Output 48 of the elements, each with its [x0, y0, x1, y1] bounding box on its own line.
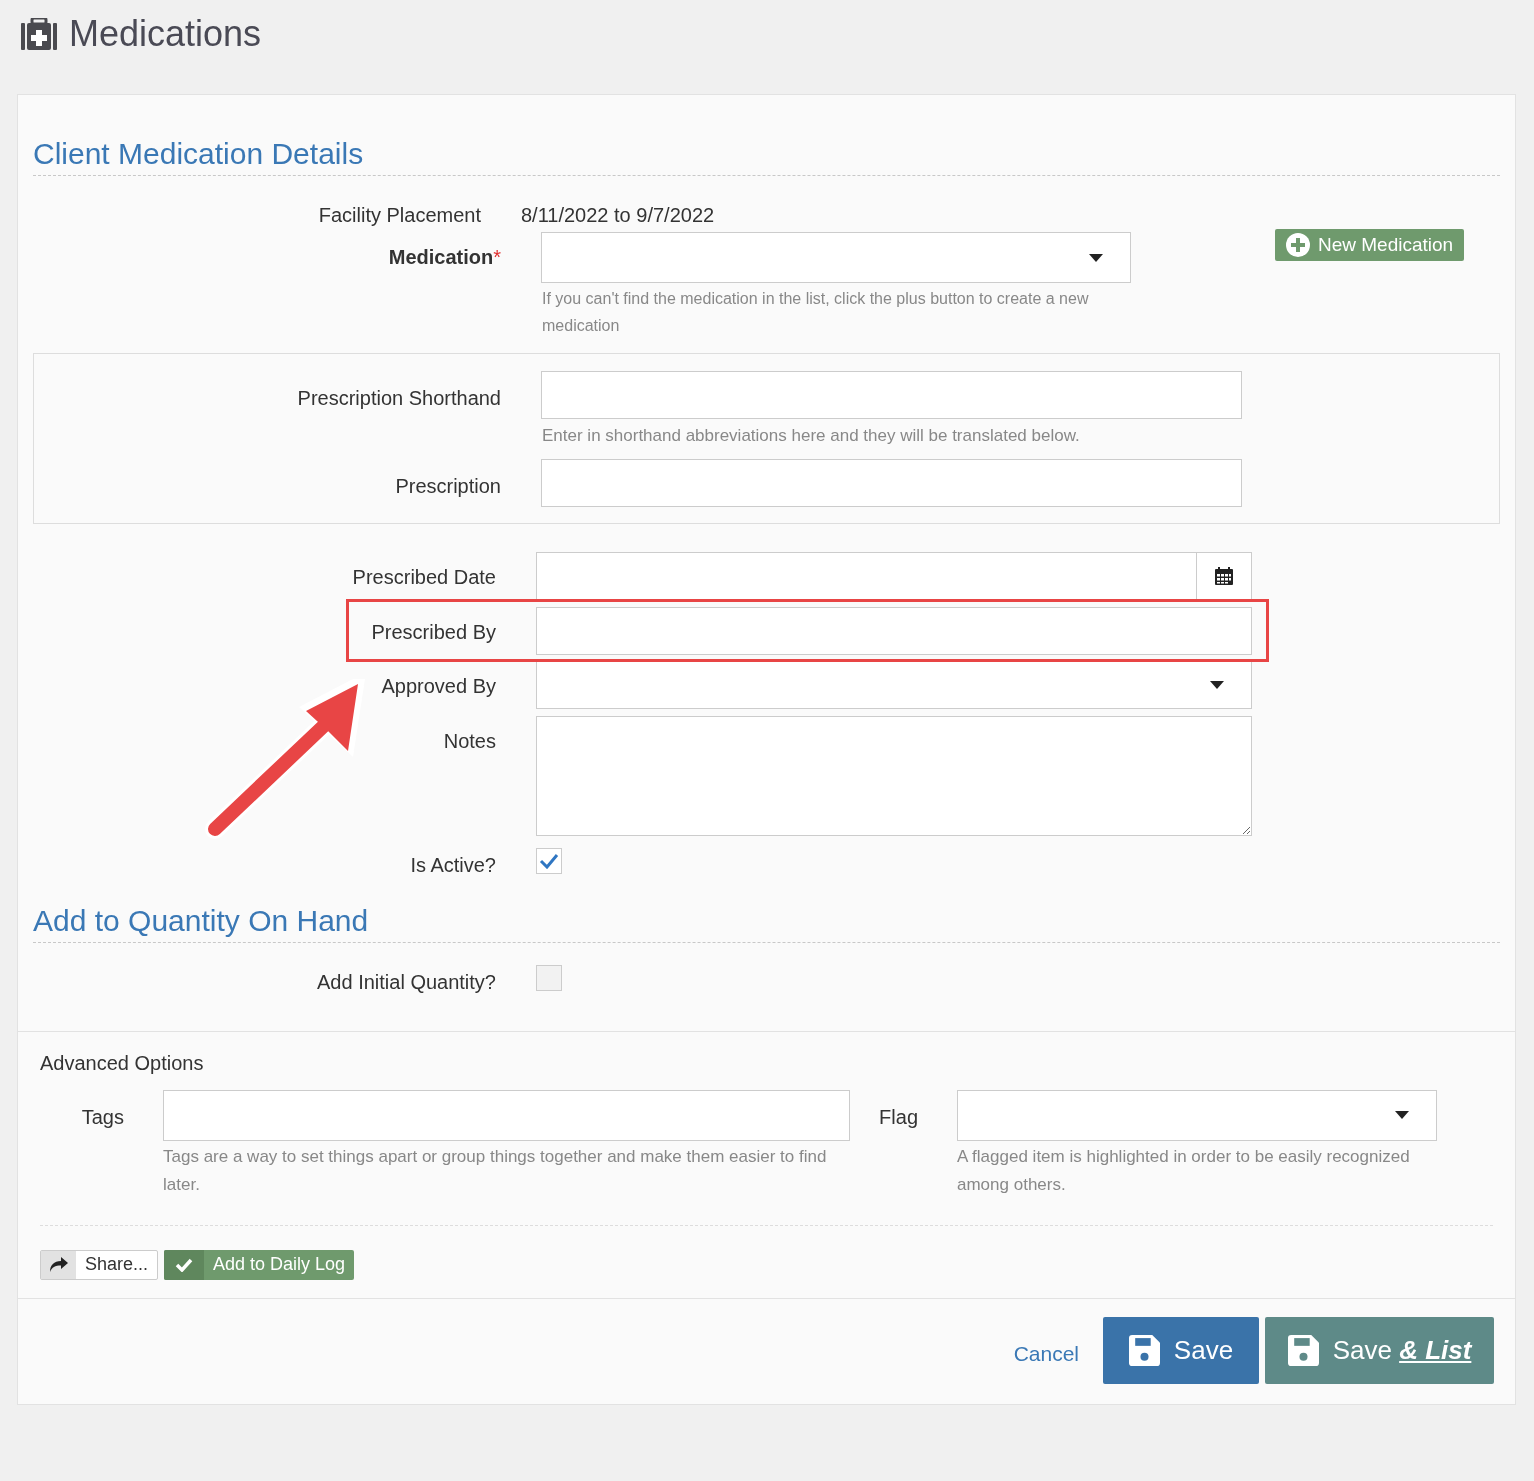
field-label: Add Initial Quantity? — [316, 969, 496, 995]
share-button[interactable]: Share... — [40, 1249, 159, 1280]
plus-circle-icon — [1286, 233, 1310, 257]
medkit-icon — [21, 18, 57, 50]
medication-select[interactable] — [541, 232, 1131, 283]
new-medication-button[interactable]: New Medication — [1275, 229, 1465, 261]
field-label: Prescription Shorthand — [296, 386, 501, 411]
save-and-list-button[interactable]: Save & List — [1265, 1316, 1494, 1384]
section-title: Add to Quantity On Hand — [33, 902, 370, 939]
flag-select[interactable] — [957, 1089, 1437, 1141]
text-field[interactable] — [541, 371, 1242, 419]
field-label: Flag — [878, 1104, 918, 1130]
section-heading: Advanced Options — [40, 1050, 205, 1076]
save-button[interactable]: Save — [1103, 1316, 1259, 1384]
help-text: If you can't find the medication in the list, click the plus button to create a new medication — [541, 289, 1090, 336]
calendar-icon — [1215, 567, 1233, 585]
field-label: Approved By — [380, 673, 496, 699]
field-label: Tags — [80, 1104, 124, 1130]
page-title: Medications — [69, 12, 262, 56]
field-label: Medication — [388, 245, 494, 270]
text-field[interactable] — [541, 458, 1242, 507]
add-to-daily-log-button[interactable]: Add to Daily Log — [164, 1249, 355, 1280]
field-label: Prescription — [394, 473, 501, 499]
share-arrow-icon — [49, 1257, 68, 1272]
field-label: Notes — [442, 728, 496, 754]
help-text: Tags are a way to set things apart or group things together and make them easier to find later. — [163, 1145, 828, 1196]
help-text: A flagged item is highlighted in order to be easily recognized among others. — [957, 1145, 1411, 1196]
field-label: Facility Placement — [317, 203, 481, 228]
notes-field[interactable] — [536, 715, 1252, 836]
checkmark-icon — [175, 1257, 194, 1272]
field-label: Prescribed By — [370, 619, 496, 645]
checkbox[interactable] — [536, 847, 562, 874]
date-field[interactable] — [536, 551, 1252, 601]
caret-icon — [1395, 1111, 1409, 1119]
required-asterisk: * — [493, 245, 501, 270]
section-title: Client Medication Details — [33, 136, 365, 172]
text-field[interactable] — [536, 606, 1252, 655]
tags-field[interactable] — [163, 1089, 850, 1141]
caret-icon — [1210, 680, 1224, 689]
field-label: Prescribed Date — [351, 564, 496, 590]
caret-icon — [1089, 253, 1103, 262]
checkbox[interactable] — [536, 964, 562, 991]
field-value: 8/11/2022 to 9/7/2022 — [521, 203, 715, 228]
select-field[interactable] — [536, 660, 1252, 709]
checkmark-icon — [539, 852, 559, 869]
field-label: Is Active? — [409, 852, 496, 878]
help-text: Enter in shorthand abbreviations here and they will be translated below. — [541, 425, 1081, 447]
cancel-link[interactable]: Cancel — [1013, 1338, 1079, 1370]
